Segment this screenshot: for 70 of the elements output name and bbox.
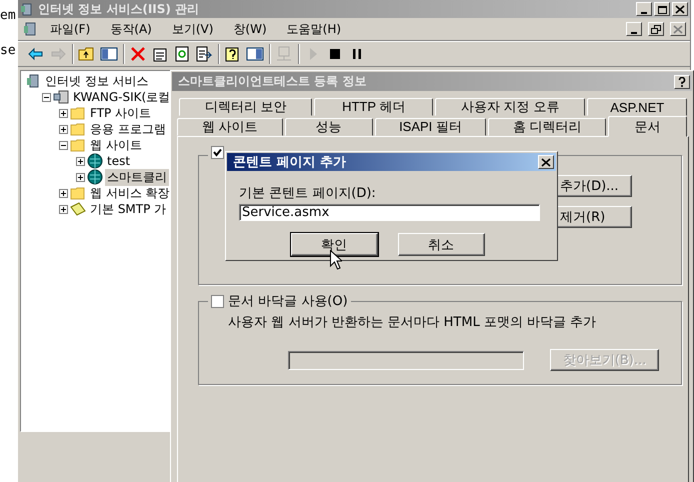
close-icon[interactable]: [541, 158, 551, 166]
tree-item[interactable]: 웹 사이트: [88, 136, 144, 154]
envelope-icon: [70, 201, 86, 217]
menu-item[interactable]: 도움말(H): [278, 18, 350, 40]
tree-item[interactable]: 기본 SMTP 가: [88, 200, 168, 218]
desktop-text: em: [0, 8, 16, 23]
tab[interactable]: 웹 사이트: [177, 118, 283, 136]
checkbox[interactable]: [211, 146, 224, 159]
tab[interactable]: 홈 디렉터리: [488, 118, 606, 136]
folder-icon: [70, 185, 86, 201]
tab[interactable]: ASP.NET: [587, 98, 688, 116]
maximize-button[interactable]: [654, 2, 670, 16]
help-icon[interactable]: [678, 76, 686, 86]
close-button[interactable]: [672, 2, 688, 16]
folder-icon: [70, 121, 86, 137]
desktop-text: se: [0, 43, 16, 58]
dialog-button[interactable]: 확인: [290, 233, 378, 256]
close-button[interactable]: [538, 155, 554, 169]
tree-item[interactable]: 인터넷 정보 서비스: [43, 72, 151, 90]
globe-icon: [87, 169, 103, 185]
menu-item[interactable]: 보기(V): [164, 18, 222, 40]
tree-item[interactable]: test: [105, 154, 132, 168]
tree-item[interactable]: 응용 프로그램: [88, 120, 168, 138]
close-button[interactable]: [670, 22, 686, 36]
dialog-title: 스마트클리이언트테스트 등록 정보: [178, 73, 368, 90]
help-button[interactable]: [674, 74, 690, 88]
minimize-button[interactable]: [636, 2, 652, 16]
description-text: 사용자 웹 서버가 반환하는 문서마다 HTML 포맷의 바닥글 추가: [228, 314, 598, 331]
restore-button[interactable]: [648, 22, 664, 36]
folder-icon: [70, 105, 86, 121]
minimize-button[interactable]: [626, 22, 642, 36]
menu-item[interactable]: 동작(A): [102, 18, 160, 40]
dialog-title: 콘텐트 페이지 추가: [233, 154, 348, 171]
collapse-icon[interactable]: [42, 92, 51, 102]
tree-item[interactable]: KWANG-SIK(로컬: [71, 88, 172, 106]
tab[interactable]: ISAPI 필터: [374, 118, 486, 136]
menu-item[interactable]: 창(W): [225, 18, 275, 40]
tab[interactable]: 성능: [284, 118, 373, 136]
collapse-icon[interactable]: [59, 140, 68, 150]
menu-item[interactable]: 파일(F): [42, 18, 98, 40]
expand-icon[interactable]: [76, 156, 85, 166]
expand-icon[interactable]: [59, 108, 68, 118]
field-label: 기본 콘텐트 페이지(D):: [239, 185, 377, 202]
input-field[interactable]: [288, 350, 524, 370]
dialog-button[interactable]: 취소: [398, 233, 484, 256]
maximize-icon[interactable]: [657, 4, 667, 14]
restore-icon[interactable]: [651, 24, 661, 34]
tab[interactable]: HTTP 헤더: [314, 98, 433, 116]
server-icon: [53, 89, 69, 105]
expand-icon[interactable]: [59, 188, 68, 198]
close-icon[interactable]: [675, 4, 685, 14]
input-field[interactable]: Service.asmx: [239, 204, 540, 221]
server-icon: [20, 2, 34, 16]
folder-icon: [70, 137, 86, 153]
globe-icon: [87, 153, 103, 169]
server-icon: [25, 73, 41, 89]
tab[interactable]: 문서: [608, 116, 687, 137]
tab[interactable]: 디렉터리 보안: [179, 98, 312, 116]
tab[interactable]: 사용자 지정 오류: [435, 98, 586, 116]
list-arrow-icon[interactable]: [194, 44, 214, 64]
tree-item[interactable]: FTP 사이트: [88, 104, 154, 122]
tree-item[interactable]: 스마트클리: [105, 168, 169, 186]
expand-icon[interactable]: [76, 172, 85, 182]
server-icon: [22, 21, 38, 37]
tree-item[interactable]: 웹 서비스 확장: [88, 184, 172, 202]
expand-icon[interactable]: [59, 204, 68, 214]
window-title: 인터넷 정보 서비스(IIS) 관리: [38, 0, 200, 18]
expand-icon[interactable]: [59, 124, 68, 134]
checkbox-label: 문서 바닥글 사용(O): [228, 293, 348, 310]
checkbox[interactable]: [211, 294, 224, 308]
